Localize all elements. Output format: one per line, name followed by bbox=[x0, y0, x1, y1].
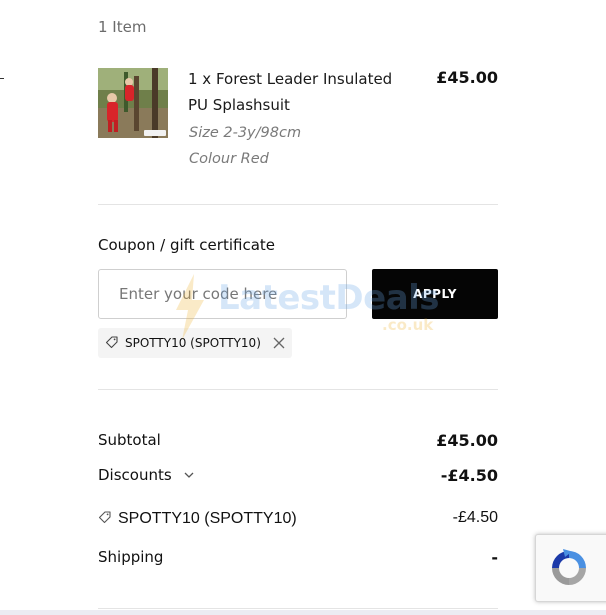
discount-code: SPOTTY10 (SPOTTY10) bbox=[118, 509, 297, 527]
divider bbox=[98, 389, 498, 390]
divider bbox=[98, 204, 498, 205]
shipping-value: - bbox=[491, 548, 498, 567]
apply-coupon-button[interactable]: APPLY bbox=[372, 269, 498, 319]
applied-coupon-code: SPOTTY10 (SPOTTY10) bbox=[125, 336, 261, 350]
close-icon[interactable] bbox=[273, 337, 285, 349]
subtotal-value: £45.00 bbox=[436, 431, 498, 450]
product-thumbnail[interactable] bbox=[98, 68, 168, 138]
item-count: 1 Item bbox=[98, 18, 147, 36]
discounts-value: -£4.50 bbox=[440, 466, 498, 485]
chevron-down-icon[interactable] bbox=[184, 472, 194, 479]
coupon-title: Coupon / gift certificate bbox=[98, 236, 275, 254]
coupon-code-input[interactable] bbox=[98, 269, 347, 319]
shipping-label: Shipping bbox=[98, 548, 164, 566]
discount-amount: -£4.50 bbox=[452, 509, 498, 526]
edge-mark bbox=[0, 78, 4, 79]
discounts-toggle[interactable]: Discounts bbox=[98, 466, 194, 484]
recaptcha-icon bbox=[552, 549, 586, 585]
page-bottom-edge bbox=[0, 610, 606, 615]
product-colour: Colour Red bbox=[189, 151, 269, 167]
discount-line: SPOTTY10 (SPOTTY10) bbox=[98, 509, 297, 528]
subtotal-label: Subtotal bbox=[98, 431, 161, 449]
applied-coupon-chip: SPOTTY10 (SPOTTY10) bbox=[98, 328, 292, 358]
tag-icon bbox=[105, 334, 119, 353]
product-name[interactable]: 1 x Forest Leader Insulated PU Splashsui… bbox=[188, 66, 398, 118]
product-price: £45.00 bbox=[436, 68, 498, 87]
divider bbox=[98, 608, 498, 609]
recaptcha-badge[interactable] bbox=[535, 534, 606, 602]
tag-icon bbox=[98, 509, 112, 528]
product-size: Size 2-3y/98cm bbox=[189, 125, 302, 141]
discounts-label: Discounts bbox=[98, 466, 172, 484]
